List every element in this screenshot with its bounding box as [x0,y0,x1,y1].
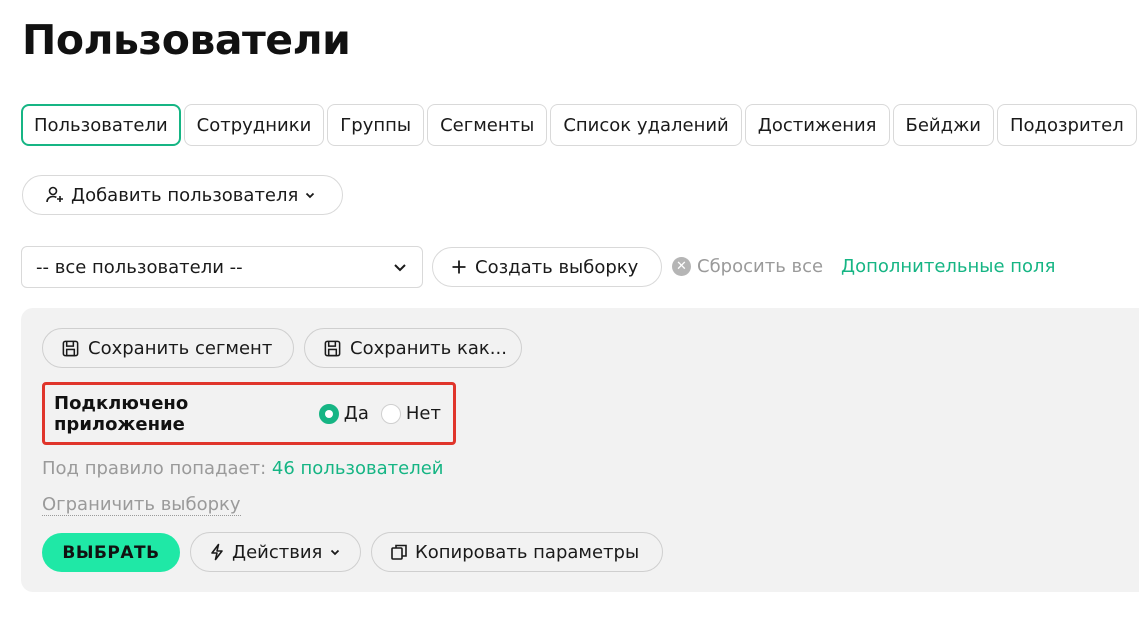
rule-match-count: Под правило попадает: 46 пользователей [42,458,444,479]
close-circle-icon: ✕ [672,257,691,276]
user-selection-select[interactable]: -- все пользователи -- [21,246,423,288]
page-title: Пользователи [22,16,351,64]
tab-groups[interactable]: Группы [327,104,425,146]
limit-selection-link[interactable]: Ограничить выборку [42,494,241,516]
tab-employees[interactable]: Сотрудники [183,104,325,146]
tab-segments[interactable]: Сегменты [427,104,548,146]
tabs-bar: Пользователи Сотрудники Группы Сегменты … [21,104,1137,146]
radio-no-label: Нет [405,403,441,424]
app-connected-condition: Подключено приложение Да Нет [42,382,456,445]
floppy-disk-icon [61,339,80,358]
user-selection-value: -- все пользователи -- [36,256,243,278]
actions-button[interactable]: Действия [190,532,361,572]
reset-all-label: Сбросить все [697,256,824,277]
user-plus-icon [45,185,65,205]
chevron-down-icon [329,546,341,558]
create-selection-label: Создать выборку [475,256,639,278]
rule-count-prefix: Под правило попадает: [42,458,267,479]
tab-badges[interactable]: Бейджи [892,104,994,146]
save-as-button[interactable]: Сохранить как... [304,328,522,368]
plus-icon [451,259,467,275]
floppy-disk-icon [323,339,342,358]
tab-achievements[interactable]: Достижения [744,104,890,146]
create-selection-button[interactable]: Создать выборку [432,247,662,287]
radio-yes-circle[interactable] [318,403,339,424]
choose-button[interactable]: ВЫБРАТЬ [42,533,180,572]
actions-label: Действия [232,541,323,563]
rule-count-link[interactable]: 46 пользователей [272,458,444,479]
tab-suspicious[interactable]: Подозрител [996,104,1137,146]
radio-no-circle[interactable] [380,403,401,424]
chevron-down-icon [304,189,316,201]
add-user-button[interactable]: Добавить пользователя [22,175,343,215]
condition-label: Подключено приложение [54,392,189,435]
chevron-down-icon [392,259,408,275]
lightning-icon [209,543,225,561]
radio-no[interactable]: Нет [380,403,441,424]
extra-fields-link[interactable]: Дополнительные поля [841,256,1055,277]
tab-deletion-list[interactable]: Список удалений [550,104,742,146]
copy-icon [390,543,408,561]
users-page: Пользователи Пользователи Сотрудники Гру… [0,0,1139,621]
copy-params-label: Копировать параметры [415,541,640,563]
add-user-label: Добавить пользователя [71,184,299,206]
save-segment-label: Сохранить сегмент [88,337,273,359]
tab-users[interactable]: Пользователи [21,104,181,146]
reset-all-button[interactable]: ✕ Сбросить все [672,256,823,277]
save-segment-button[interactable]: Сохранить сегмент [42,328,294,368]
radio-yes[interactable]: Да [318,403,369,424]
radio-yes-label: Да [343,403,369,424]
copy-params-button[interactable]: Копировать параметры [371,532,663,572]
save-as-label: Сохранить как... [350,337,507,359]
